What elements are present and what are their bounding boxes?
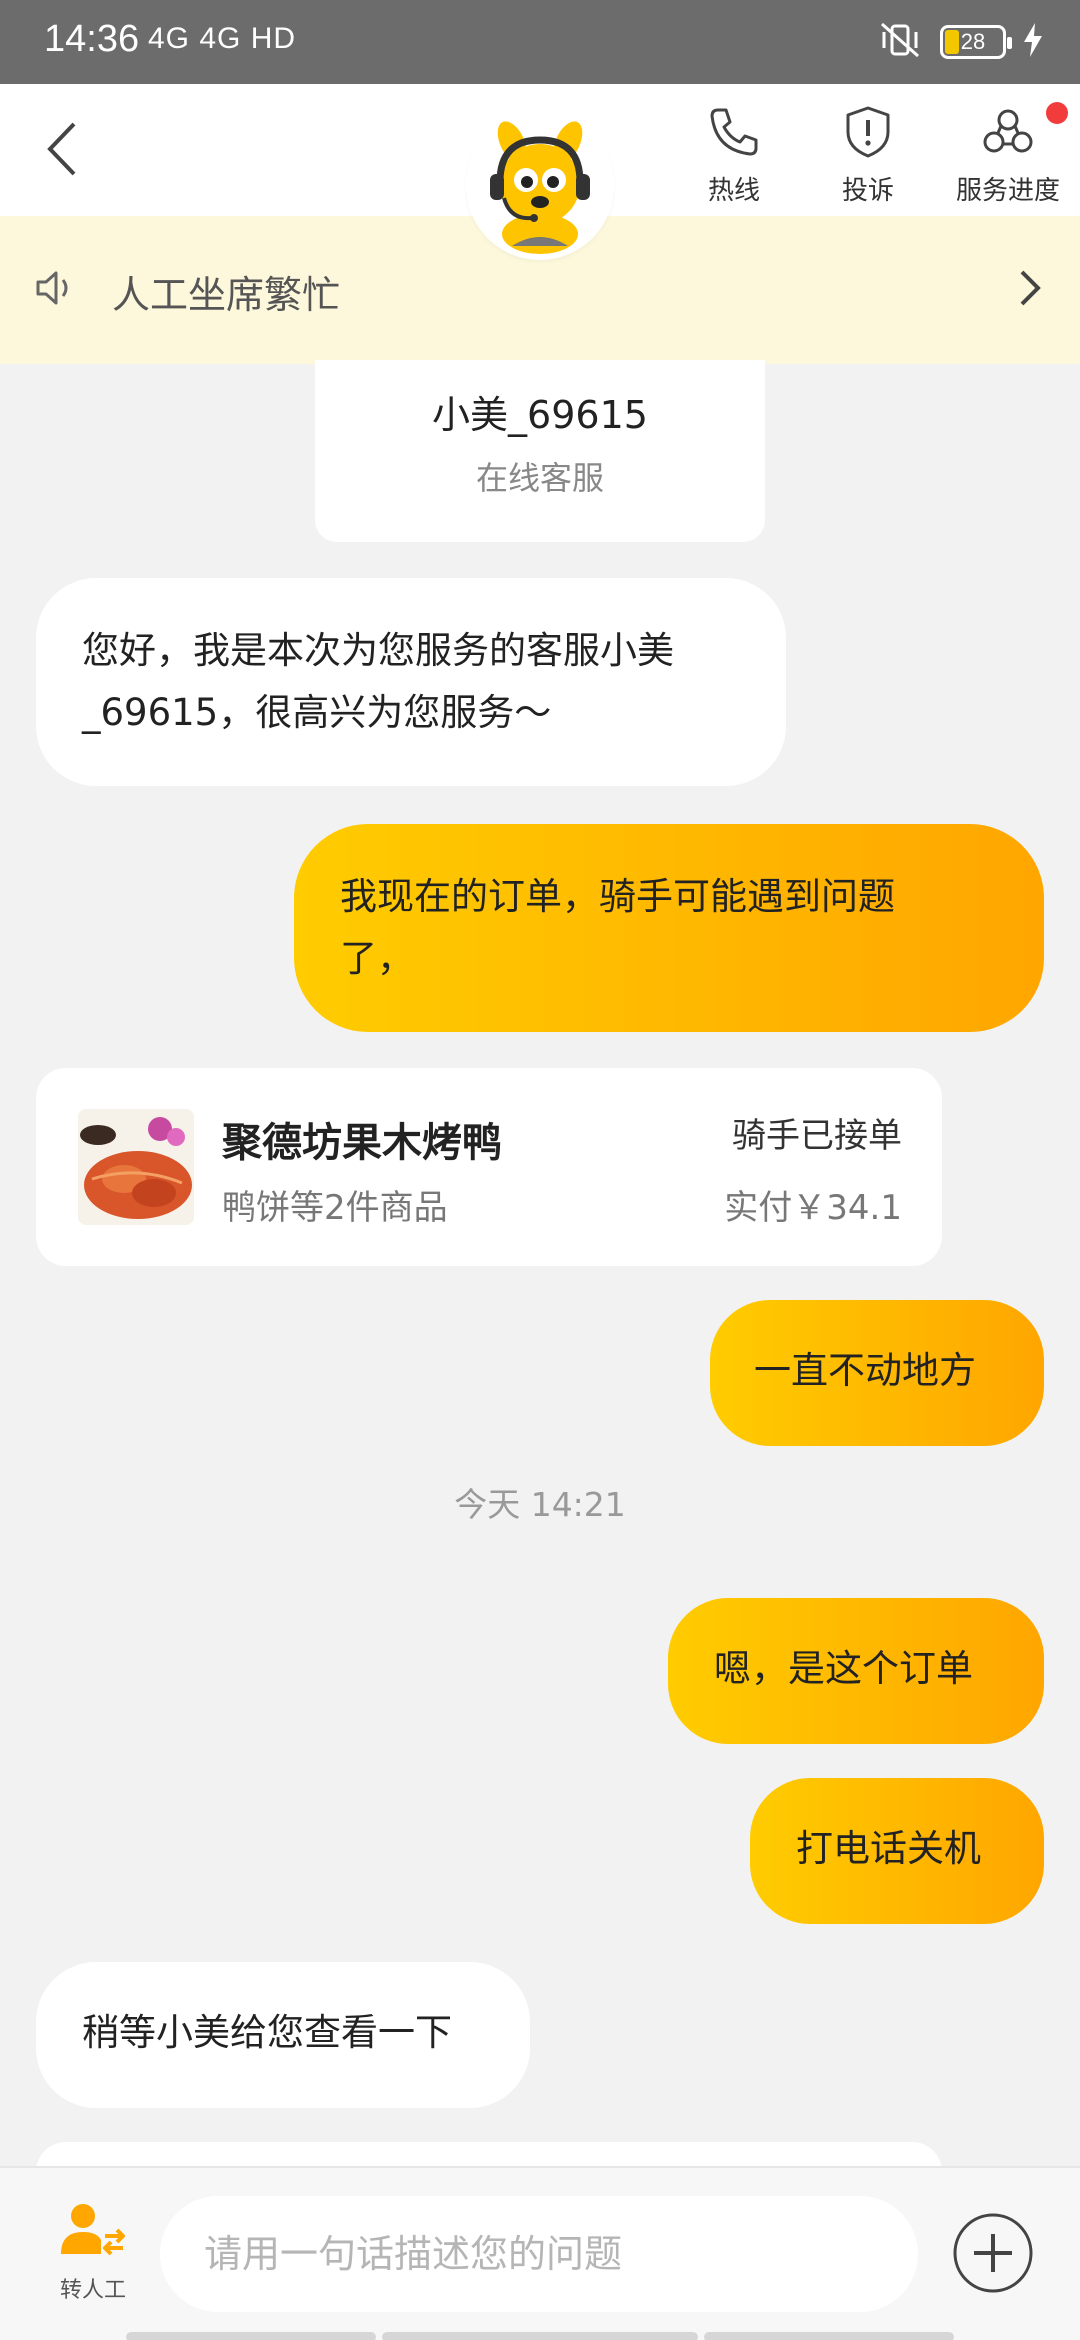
gesture-indicator	[704, 2332, 954, 2340]
notification-badge	[1046, 102, 1068, 124]
battery-icon: 28	[940, 25, 1012, 59]
service-progress-button[interactable]: 服务进度	[938, 102, 1078, 207]
status-bar: 14:36 4G 4G HD 28	[0, 0, 1080, 84]
message-bubble-user: 打电话关机	[750, 1778, 1044, 1924]
gesture-indicator	[126, 2332, 376, 2340]
message-input-wrapper	[160, 2196, 918, 2312]
message-text: 一直不动地方	[754, 1349, 976, 1392]
input-bar: 转人工	[0, 2166, 1080, 2340]
message-text: 您好，我是本次为您服务的客服小美	[82, 629, 674, 672]
charging-icon	[1024, 23, 1042, 61]
order-paid-amount: 实付￥34.1	[724, 1188, 902, 1228]
timestamp: 今天 14:21	[454, 1485, 626, 1524]
message-bubble-agent: 您好，我是本次为您服务的客服小美 _69615，很高兴为您服务～	[36, 578, 786, 786]
complaint-button[interactable]: 投诉	[798, 102, 938, 207]
notice-text: 人工坐席繁忙	[112, 273, 341, 317]
transfer-agent-icon	[61, 2204, 125, 2256]
chevron-left-icon	[47, 122, 76, 176]
agent-avatar	[466, 112, 614, 260]
chevron-right-icon	[1010, 266, 1050, 314]
message-bubble-user: 嗯，是这个订单	[668, 1598, 1044, 1744]
more-options-button[interactable]	[952, 2212, 1034, 2294]
network-indicator: 4G 4G HD	[148, 22, 297, 55]
speaker-icon	[34, 268, 78, 312]
kangaroo-mascot-icon	[490, 121, 590, 254]
message-text: 我现在的订单，骑手可能遇到问题	[340, 875, 895, 918]
transfer-label: 转人工	[59, 2278, 126, 2303]
shield-alert-icon	[846, 106, 890, 158]
hotline-label: 热线	[707, 176, 760, 206]
message-input[interactable]	[160, 2196, 918, 2312]
status-right: 28	[878, 20, 1042, 64]
order-card[interactable]: 聚德坊果木烤鸭 鸭饼等2件商品 骑手已接单 实付￥34.1	[36, 1068, 942, 1266]
complaint-label: 投诉	[841, 176, 894, 206]
phone-icon	[710, 108, 758, 156]
agent-role: 在线客服	[475, 459, 604, 497]
hotline-button[interactable]: 热线	[664, 102, 804, 207]
service-progress-label: 服务进度	[955, 176, 1060, 206]
message-text: 稍等小美给您查看一下	[82, 2011, 452, 2054]
order-shop-name: 聚德坊果木烤鸭	[222, 1120, 502, 1166]
message-text: _69615，很高兴为您服务～	[82, 691, 552, 734]
battery-level: 28	[960, 29, 986, 54]
chat-header: 热线 投诉 服务进度	[0, 84, 1080, 260]
agent-info-card: 小美_69615 在线客服	[315, 360, 765, 542]
plus-icon	[953, 2213, 1033, 2293]
transfer-to-human-button[interactable]: 转人工	[48, 2202, 138, 2304]
vibrate-icon	[878, 20, 922, 64]
order-items: 鸭饼等2件商品	[222, 1188, 448, 1228]
order-thumbnail	[78, 1109, 194, 1225]
message-bubble-user: 一直不动地方	[710, 1300, 1044, 1446]
message-bubble-agent: 稍等小美给您查看一下	[36, 1962, 530, 2108]
message-text: 打电话关机	[796, 1827, 981, 1870]
status-time: 14:36	[44, 18, 140, 60]
agent-name: 小美_69615	[432, 393, 648, 437]
order-status: 骑手已接单	[732, 1116, 902, 1156]
message-text: 嗯，是这个订单	[714, 1647, 973, 1690]
service-progress-icon	[983, 109, 1033, 153]
gesture-indicator	[382, 2332, 698, 2340]
message-bubble-user: 我现在的订单，骑手可能遇到问题 了，	[294, 824, 1044, 1032]
back-button[interactable]	[30, 114, 100, 184]
message-text: 了，	[340, 937, 414, 980]
